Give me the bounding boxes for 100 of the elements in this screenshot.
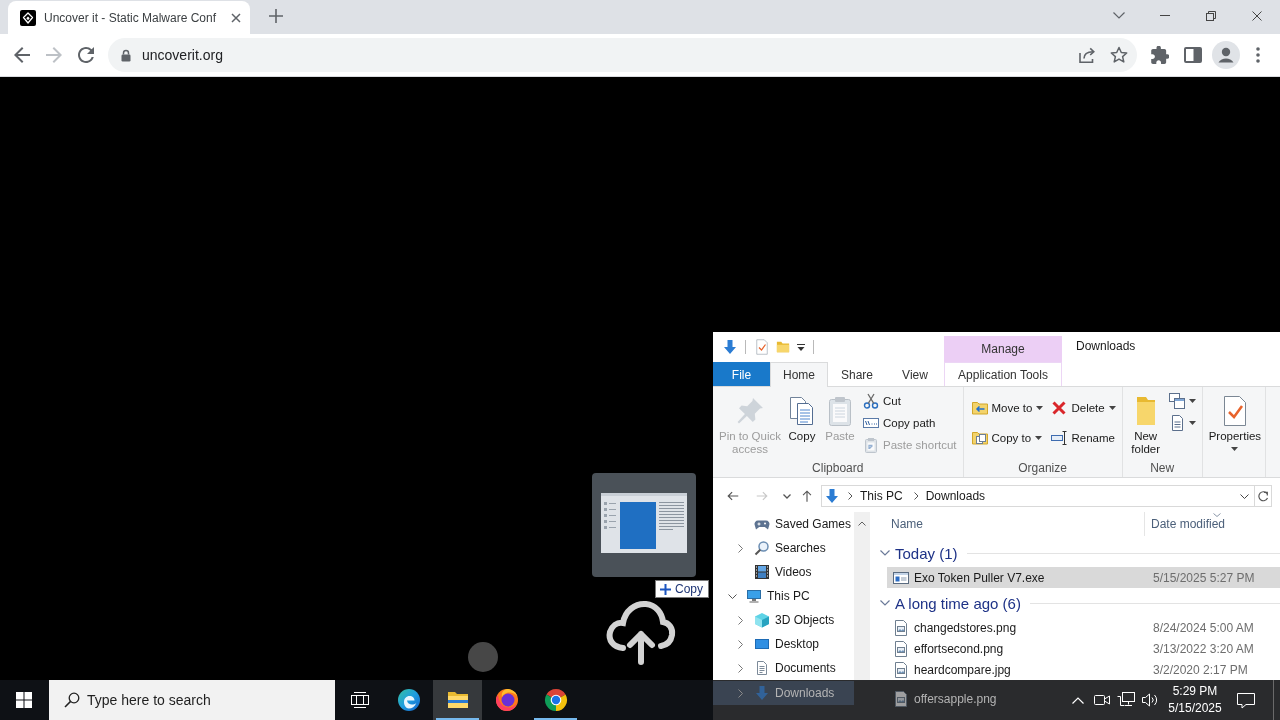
puzzle-icon[interactable] <box>1151 46 1169 64</box>
file-name: Exo Token Puller V7.exe <box>914 570 1046 585</box>
chevron-down-icon <box>880 600 890 606</box>
contextual-tab-header: Manage <box>944 336 1062 362</box>
chevron-down-icon[interactable] <box>783 493 791 499</box>
copy-path-button[interactable]: Copy path <box>860 412 960 434</box>
breadcrumb-item[interactable]: Downloads <box>922 489 989 503</box>
file-row[interactable]: changedstores.png 8/24/2024 5:00 AM <box>887 617 1280 638</box>
new-item-icon <box>1168 393 1185 409</box>
address-box[interactable]: This PC Downloads <box>821 485 1255 507</box>
down-arrow-icon <box>824 488 840 504</box>
rename-icon <box>1051 429 1068 446</box>
lock-icon[interactable] <box>121 48 131 62</box>
chevron-down-icon[interactable] <box>1240 493 1249 499</box>
windows-logo-icon[interactable] <box>16 692 32 708</box>
shortcut-clipboard-icon <box>863 437 879 453</box>
tree-item[interactable]: This PC <box>713 584 854 608</box>
group-header[interactable]: A long time ago (6) <box>870 591 1280 615</box>
tooltip-label: Copy <box>675 582 703 596</box>
new-folder-button[interactable]: New folder <box>1127 387 1164 459</box>
tree-item[interactable]: Searches <box>713 536 854 560</box>
restore-icon[interactable] <box>1206 10 1216 21</box>
group-label: Organize <box>1017 460 1068 477</box>
film-icon <box>754 564 770 580</box>
copy-path-icon <box>863 415 879 431</box>
group-header[interactable]: Today (1) <box>870 541 1280 565</box>
scissors-icon <box>863 393 879 409</box>
column-header[interactable]: Date modified <box>1145 512 1280 536</box>
menu-icon[interactable] <box>1256 47 1260 63</box>
tree-item[interactable]: Desktop <box>713 632 854 656</box>
breadcrumb-item[interactable]: This PC <box>857 489 906 503</box>
monitor-icon <box>746 588 762 604</box>
chevron-right-icon[interactable] <box>737 543 743 553</box>
scroll-up-icon[interactable] <box>858 521 866 526</box>
chevron-down-icon[interactable] <box>727 593 737 599</box>
move-to-button[interactable]: Move to <box>968 397 1047 420</box>
video-camera-icon[interactable] <box>1094 692 1110 708</box>
file-row[interactable]: Exo Token Puller V7.exe 5/15/2025 5:27 PM <box>887 567 1280 588</box>
file-date: 5/15/2025 5:27 PM <box>1153 570 1255 585</box>
chevron-down-icon[interactable] <box>1113 12 1125 19</box>
copy-button[interactable]: Copy <box>784 387 820 459</box>
address-bar[interactable]: uncoverit.org <box>108 38 1137 72</box>
copy-to-button[interactable]: Copy to <box>968 426 1047 449</box>
ribbon-tab[interactable]: Home <box>770 362 828 387</box>
file-menu-tab[interactable]: File <box>713 362 770 386</box>
chevron-right-icon <box>848 492 853 500</box>
fox-logo-icon <box>494 688 519 712</box>
close-icon[interactable] <box>231 12 241 23</box>
up-arrow-icon[interactable] <box>800 489 814 503</box>
star-icon[interactable] <box>1110 46 1128 64</box>
side-panel-icon[interactable] <box>1184 47 1202 63</box>
file-name: effortsecond.png <box>914 641 1005 656</box>
chevron-right-icon[interactable] <box>737 663 743 673</box>
tree-item[interactable]: Downloads <box>713 681 854 705</box>
new-tab-icon[interactable] <box>269 9 283 23</box>
task-view-icon[interactable] <box>350 692 369 708</box>
ribbon-tab[interactable]: View <box>886 362 944 386</box>
volume-icon[interactable] <box>1142 692 1158 708</box>
file-row[interactable]: offersapple.png <box>887 688 1003 709</box>
tree-item[interactable]: Videos <box>713 560 854 584</box>
reload-icon[interactable] <box>78 47 94 63</box>
search-field[interactable]: Type here to search <box>87 692 317 708</box>
plus-icon <box>660 583 671 595</box>
avatar-icon[interactable] <box>1212 41 1240 69</box>
tree-item[interactable]: 3D Objects <box>713 608 854 632</box>
notification-icon[interactable] <box>1237 691 1255 709</box>
back-arrow-icon[interactable] <box>14 47 30 63</box>
cube-icon <box>754 612 770 628</box>
taskbar-app-button[interactable] <box>433 680 482 720</box>
chevron-up-icon[interactable] <box>1072 696 1084 704</box>
properties-button[interactable]: Properties <box>1207 387 1263 459</box>
swirl-logo-icon <box>396 688 421 712</box>
back-arrow-icon[interactable] <box>726 489 740 503</box>
ribbon-tab[interactable]: Share <box>828 362 886 386</box>
file-name: heardcompare.jpg <box>914 662 1012 677</box>
tree-item[interactable]: Documents <box>713 656 854 680</box>
chevron-right-icon[interactable] <box>737 639 743 649</box>
share-icon[interactable] <box>1078 46 1096 64</box>
page-check-icon[interactable] <box>756 339 768 355</box>
file-row[interactable]: heardcompare.jpg 3/2/2020 2:17 PM <box>887 659 1280 680</box>
scrollbar[interactable] <box>854 512 870 680</box>
cut-button[interactable]: Cut <box>860 390 960 412</box>
chevron-right-icon[interactable] <box>737 688 743 698</box>
delete-button[interactable]: Delete <box>1048 397 1119 420</box>
dot-icon <box>468 642 498 672</box>
tree-item[interactable]: Saved Games <box>713 512 854 536</box>
column-header[interactable]: Name <box>870 512 1145 536</box>
chevron-right-icon[interactable] <box>737 615 743 625</box>
browser-tab[interactable]: Uncover it - Static Malware Conf <box>8 1 250 34</box>
close-icon[interactable] <box>1252 10 1262 21</box>
caret-icon[interactable] <box>797 343 805 351</box>
down-arrow-icon[interactable] <box>722 339 738 355</box>
search-box[interactable]: Type here to search <box>49 680 335 720</box>
file-row[interactable]: effortsecond.png 3/13/2022 3:20 AM <box>887 638 1280 659</box>
rename-button[interactable]: Rename <box>1048 426 1119 449</box>
search-icon <box>64 692 80 708</box>
refresh-button[interactable] <box>1255 485 1272 507</box>
network-icon[interactable] <box>1117 692 1135 708</box>
image-file-icon <box>893 619 909 636</box>
file-name: changedstores.png <box>914 620 1018 635</box>
